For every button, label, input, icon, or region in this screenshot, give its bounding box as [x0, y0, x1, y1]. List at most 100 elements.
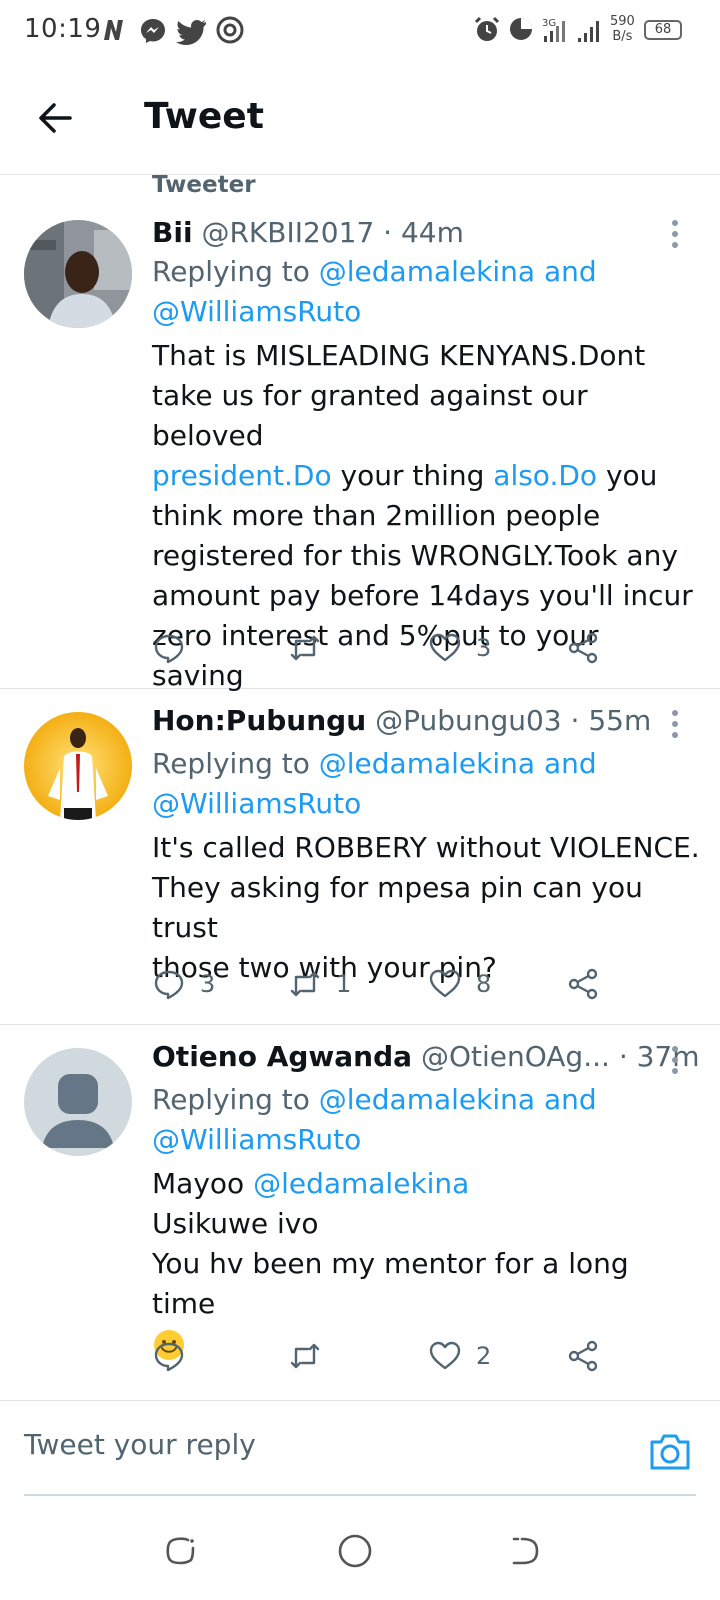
data-saver-icon — [510, 18, 532, 40]
share-icon — [568, 968, 598, 1000]
netflix-notification-icon — [104, 20, 123, 40]
like-button[interactable]: 3 — [428, 628, 491, 668]
retweet-count: 1 — [336, 970, 352, 998]
replying-to: Replying to @ledamalekina and @WilliamsR… — [152, 1080, 597, 1160]
tweet-actions: 3 1 8 — [152, 964, 622, 1004]
section-label: Tweeter — [152, 172, 256, 198]
reply-input[interactable]: Tweet your reply — [24, 1428, 256, 1461]
replying-prefix: Replying to — [152, 747, 310, 780]
tweet-line: president.Do your thing also.Do you — [152, 459, 658, 492]
chrome-notification-icon — [216, 16, 244, 44]
tweet-item[interactable]: Hon:Pubungu @Pubungu03 · 55m Replying to… — [0, 688, 720, 1025]
like-button[interactable]: 8 — [428, 964, 491, 1004]
signal-sim1-icon: 3G — [542, 18, 565, 42]
like-button[interactable]: 2 — [428, 1336, 491, 1376]
avatar[interactable] — [24, 712, 132, 820]
avatar[interactable] — [24, 1048, 132, 1156]
retweet-icon — [290, 1343, 320, 1369]
retweet-icon — [290, 635, 320, 661]
mention-link[interactable]: @WilliamsRuto — [152, 1123, 361, 1156]
user-handle[interactable]: @Pubungu03 — [375, 704, 562, 737]
replying-prefix: Replying to — [152, 1083, 310, 1116]
recents-nav-icon[interactable] — [164, 1534, 198, 1568]
mention-link[interactable]: @ledamalekina — [319, 255, 535, 288]
display-name[interactable]: Bii — [152, 216, 193, 249]
replying-prefix: Replying to — [152, 255, 310, 288]
share-button[interactable] — [566, 964, 600, 1004]
reply-button[interactable] — [152, 628, 200, 668]
user-handle[interactable]: @RKBII2017 — [201, 216, 374, 249]
tweet-time: · 55m — [570, 704, 652, 737]
hashtag-link[interactable]: president.Do — [152, 459, 332, 492]
more-options-icon[interactable] — [672, 710, 680, 743]
tweet-item[interactable]: Bii @RKBII2017 · 44m Replying to @ledama… — [0, 200, 720, 692]
svg-text:3G: 3G — [542, 18, 556, 29]
mention-link[interactable]: @ledamalekina — [319, 1083, 535, 1116]
retweet-button[interactable] — [288, 628, 336, 668]
heart-icon — [429, 1341, 461, 1370]
camera-icon[interactable] — [648, 1430, 692, 1474]
hashtag-link[interactable]: also.Do — [493, 459, 597, 492]
tweet-line: You hv been my mentor for a long time — [152, 1247, 629, 1320]
share-icon — [568, 632, 598, 664]
more-options-icon[interactable] — [672, 1046, 680, 1079]
signal-sim2-icon — [578, 21, 599, 42]
avatar[interactable] — [24, 220, 132, 328]
tweet-line: think more than 2million people — [152, 499, 601, 532]
tweet-time: · 37m — [618, 1040, 700, 1073]
mention-link[interactable]: @WilliamsRuto — [152, 787, 361, 820]
status-bar: 10:19 3G 590 B/s 68 — [0, 0, 720, 64]
display-name[interactable]: Otieno Agwanda — [152, 1040, 412, 1073]
like-count: 2 — [476, 1342, 492, 1370]
mention-link[interactable]: @ledamalekina — [319, 747, 535, 780]
tweet-header: Bii @RKBII2017 · 44m — [152, 216, 464, 249]
tweet-time: · 44m — [383, 216, 464, 249]
like-count: 8 — [476, 970, 492, 998]
tweet-line: That is MISLEADING KENYANS.Dont — [152, 339, 646, 372]
tweet-line: registered for this WRONGLY.Took any — [152, 539, 678, 572]
comment-icon — [154, 634, 184, 664]
back-arrow-icon[interactable] — [36, 98, 76, 138]
reply-count: 3 — [200, 970, 216, 998]
replying-and: and — [543, 255, 597, 288]
reply-button[interactable]: 3 — [152, 964, 215, 1004]
tweet-header: Otieno Agwanda @OtienOAg... · 37m — [152, 1040, 700, 1073]
share-button[interactable] — [566, 1336, 600, 1376]
share-icon — [568, 1340, 598, 1372]
tweet-actions: 3 — [152, 628, 622, 668]
retweet-button[interactable]: 1 — [288, 964, 351, 1004]
comment-icon — [154, 1342, 184, 1372]
reply-button[interactable] — [152, 1336, 200, 1376]
heart-icon — [429, 633, 461, 662]
share-button[interactable] — [566, 628, 600, 668]
retweet-icon — [290, 971, 320, 997]
tweet-item[interactable]: Otieno Agwanda @OtienOAg... · 37m Replyi… — [0, 1024, 720, 1400]
status-clock: 10:19 — [24, 14, 102, 44]
mention-link[interactable]: @ledamalekina — [253, 1167, 469, 1200]
display-name[interactable]: Hon:Pubungu — [152, 704, 366, 737]
tweet-line: Usikuwe ivo — [152, 1207, 319, 1240]
tweet-line: Mayoo @ledamalekina — [152, 1167, 470, 1200]
twitter-notification-icon — [176, 20, 206, 45]
user-handle[interactable]: @OtienOAg... — [421, 1040, 610, 1073]
alarm-icon — [474, 16, 500, 41]
tweet-line: It's called ROBBERY without VIOLENCE. — [152, 831, 700, 864]
messenger-notification-icon — [141, 19, 165, 43]
comment-icon — [154, 970, 184, 1000]
battery-indicator: 68 — [644, 20, 682, 40]
heart-icon — [429, 969, 461, 998]
battery-level: 68 — [654, 22, 672, 37]
tweet-header: Hon:Pubungu @Pubungu03 · 55m — [152, 704, 651, 737]
replying-and: and — [543, 1083, 597, 1116]
app-header — [0, 64, 720, 175]
replying-to: Replying to @ledamalekina and @WilliamsR… — [152, 252, 597, 332]
system-nav-bar — [0, 1510, 720, 1600]
back-nav-icon[interactable] — [508, 1534, 542, 1568]
network-speed: 590 B/s — [610, 14, 635, 44]
tweet-line: amount pay before 14days you'll incur — [152, 579, 693, 612]
mention-link[interactable]: @WilliamsRuto — [152, 295, 361, 328]
home-nav-icon[interactable] — [336, 1532, 374, 1570]
retweet-button[interactable] — [288, 1336, 336, 1376]
page-title: Tweet — [144, 96, 264, 137]
more-options-icon[interactable] — [672, 220, 680, 253]
